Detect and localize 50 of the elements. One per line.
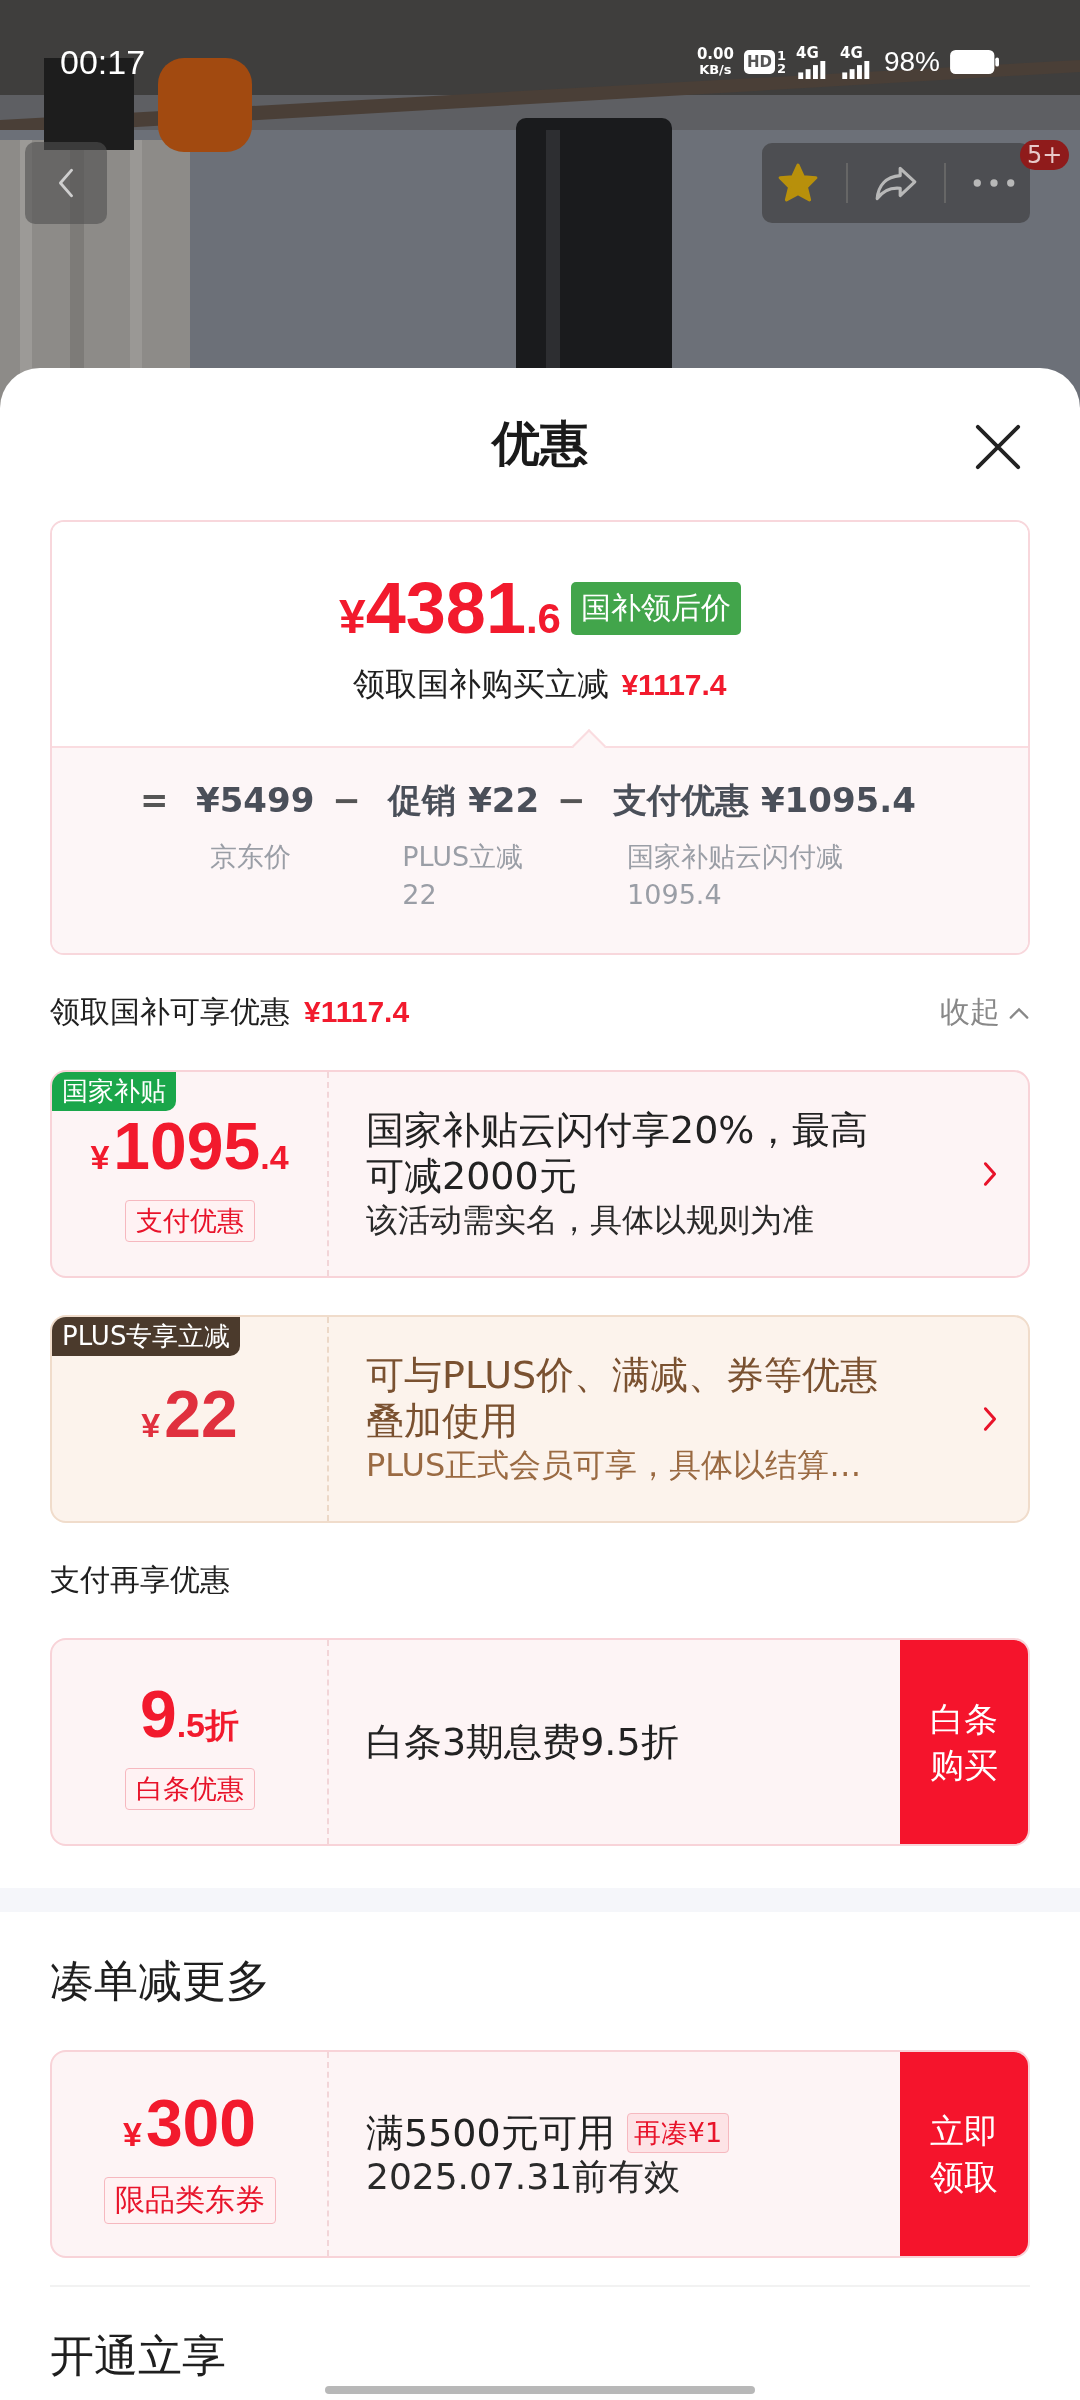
coupon-title: 可与PLUS价、满减、券等优惠叠加使用 <box>366 1352 880 1444</box>
coupon-title: 满5500元可用 <box>366 2110 615 2156</box>
breakdown-value: 促销 ¥22 <box>388 779 540 822</box>
saving-label: 领取国补购买立减 <box>353 664 610 705</box>
section-title: 凑单减更多 <box>50 1953 270 2008</box>
coupon-title: 白条3期息费9.5折 <box>366 1719 679 1765</box>
coupon-hint-tag: 再凑¥1 <box>626 2113 730 2153</box>
coupon-amount: ¥22 <box>141 1375 238 1453</box>
price-tag: 国补领后价 <box>570 581 741 635</box>
sheet-title: 优惠 <box>492 414 588 473</box>
operator-sign: − <box>557 779 587 822</box>
coupon-tag: PLUS专享立减 <box>52 1317 241 1356</box>
network-type: 4G <box>795 45 819 61</box>
coupon-label: 白条优惠 <box>124 1767 255 1810</box>
saving-amount: ¥1117.4 <box>621 668 727 702</box>
back-button[interactable] <box>25 142 107 224</box>
breakdown-note: PLUS立减 22 <box>401 840 525 912</box>
coupon-subtitle: PLUS正式会员可享，具体以结算… <box>366 1445 863 1486</box>
breakdown-value: ¥5499 <box>196 779 315 822</box>
breakdown-value: 支付优惠 ¥1095.4 <box>613 779 916 822</box>
coupon-label: 支付优惠 <box>124 1199 255 1242</box>
network-speed: 0.00 KB/s <box>696 47 734 77</box>
final-price: ¥4381.6 <box>339 567 561 649</box>
coupon-amount: 9.5折 <box>139 1675 240 1753</box>
section-title: 开通立享 <box>50 2328 226 2383</box>
hd-indicator: HD <box>743 50 775 74</box>
coupon-action-button[interactable]: 白条购买 <box>900 1640 1028 1844</box>
network-type: 4G <box>839 45 863 61</box>
sim-slots: 1 2 <box>776 49 786 75</box>
operator-sign: − <box>332 779 362 822</box>
status-time: 00:17 <box>60 42 146 82</box>
coupon-title: 国家补贴云闪付享20%，最高可减2000元 <box>366 1107 870 1199</box>
coupon-subtitle: 2025.07.31前有效 <box>366 2156 682 2198</box>
collapse-toggle[interactable]: 收起 <box>940 992 1030 1033</box>
chevron-icon <box>1008 1005 1030 1020</box>
breakdown-note: 国家补贴云闪付减 1095.4 <box>626 840 845 912</box>
coupon-label: 限品类东券 <box>103 2177 276 2224</box>
section-title: 领取国补可享优惠 <box>50 993 290 1031</box>
battery-icon <box>950 50 1000 74</box>
chevron-icon[interactable] <box>982 1405 998 1433</box>
battery-percent: 98% <box>883 46 940 78</box>
coupon-amount: ¥300 <box>122 2085 256 2162</box>
coupon-action-button[interactable]: 立即领取 <box>900 2052 1028 2256</box>
operator-sign: = <box>140 779 170 822</box>
coupon-subtitle: 该活动需实名，具体以规则为准 <box>366 1200 815 1241</box>
chevron-icon[interactable] <box>982 1160 998 1188</box>
section-title: 支付再享优惠 <box>50 1561 230 1599</box>
section-amount: ¥1117.4 <box>304 995 410 1029</box>
breakdown-note: 京东价 <box>209 840 292 874</box>
coupon-tag: 国家补贴 <box>52 1072 176 1111</box>
